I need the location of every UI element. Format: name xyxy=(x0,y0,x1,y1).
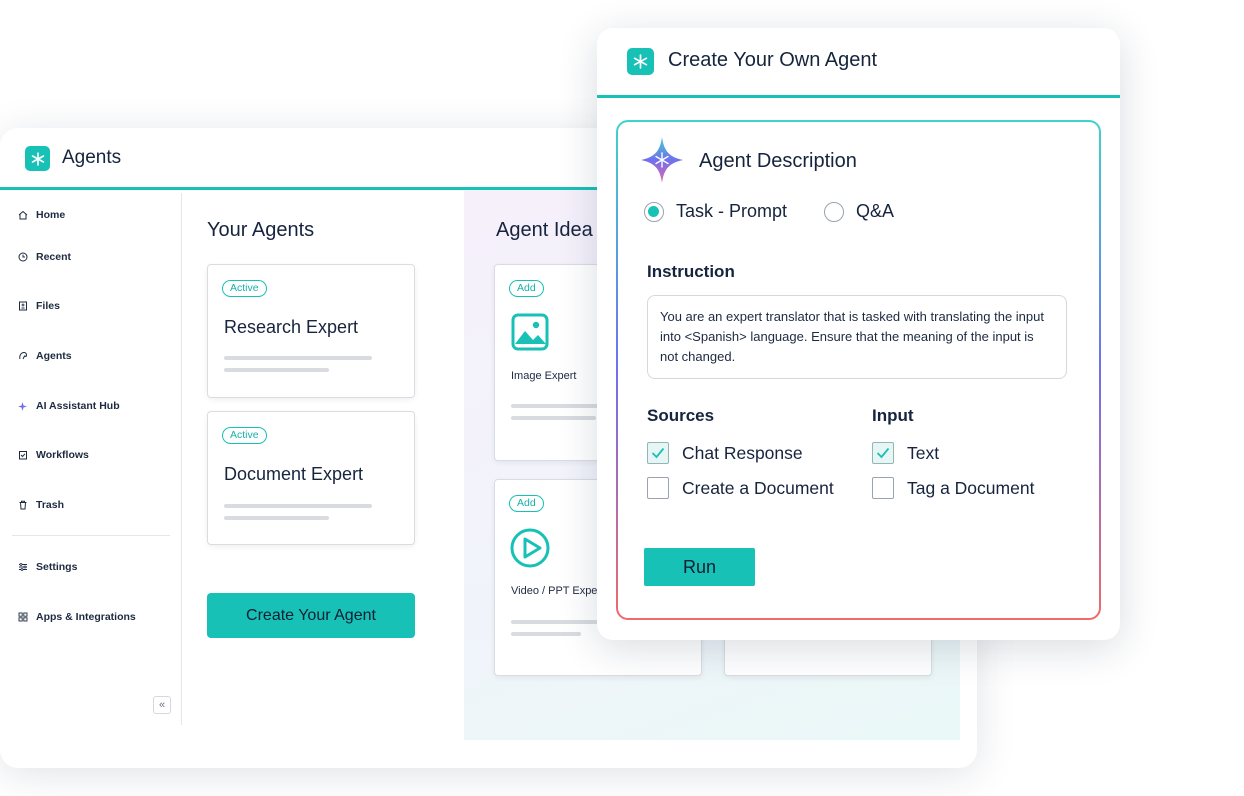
sidebar-item-label: Files xyxy=(36,300,60,312)
sparkle-icon xyxy=(18,402,27,411)
app-logo-icon xyxy=(627,48,654,75)
sidebar-item-agents[interactable]: Agents xyxy=(18,350,72,362)
status-badge: Active xyxy=(222,280,267,297)
sidebar-item-label: Home xyxy=(36,209,66,221)
add-badge[interactable]: Add xyxy=(509,280,544,297)
sidebar-item-label: AI Assistant Hub xyxy=(36,400,120,412)
agent-card-title: Document Expert xyxy=(224,464,364,484)
status-badge: Active xyxy=(222,427,267,444)
sources-label: Sources xyxy=(647,406,715,425)
sidebar-item-home[interactable]: Home xyxy=(18,209,65,221)
agent-card-document-expert[interactable]: Active Document Expert xyxy=(207,411,415,545)
mode-radio-task-prompt[interactable]: Task - Prompt xyxy=(644,201,787,222)
checkbox-empty-icon xyxy=(647,477,669,499)
run-button[interactable]: Run xyxy=(644,548,755,586)
radio-label: Task - Prompt xyxy=(676,201,788,221)
sidebar-item-apps-integrations[interactable]: Apps & Integrations xyxy=(18,611,136,623)
your-agents-heading: Your Agents xyxy=(207,219,315,241)
idea-card-title: Video / PPT Expe xyxy=(511,585,598,597)
apps-icon xyxy=(18,612,28,622)
home-icon xyxy=(18,210,28,220)
agent-card-research-expert[interactable]: Active Research Expert xyxy=(207,264,415,398)
clock-icon xyxy=(18,252,28,262)
add-badge[interactable]: Add xyxy=(509,495,544,512)
checkbox-empty-icon xyxy=(872,477,894,499)
placeholder-line xyxy=(511,632,581,636)
radio-selected-icon xyxy=(644,201,664,222)
placeholder-line xyxy=(224,516,329,520)
sliders-icon xyxy=(19,563,27,571)
instruction-label: Instruction xyxy=(647,262,735,281)
sidebar-item-label: Workflows xyxy=(36,449,89,461)
trash-icon xyxy=(19,500,27,510)
input-checkbox-text[interactable]: Text xyxy=(872,442,939,464)
window-title: Create Your Own Agent xyxy=(668,49,878,71)
sidebar-item-label: Recent xyxy=(36,251,72,263)
sidebar-item-files[interactable]: Files xyxy=(18,300,60,312)
create-your-agent-button[interactable]: Create Your Agent xyxy=(207,593,415,638)
source-checkbox-chat-response[interactable]: Chat Response xyxy=(647,442,803,464)
idea-card-title: Image Expert xyxy=(511,370,577,382)
checkbox-label: Tag a Document xyxy=(907,477,1035,498)
agent-description-heading: Agent Description xyxy=(699,150,857,172)
agent-icon xyxy=(19,351,27,360)
radio-unselected-icon xyxy=(824,201,844,222)
checkmark-icon xyxy=(647,442,669,464)
app-logo-icon xyxy=(25,146,50,171)
window-title: Agents xyxy=(62,147,122,168)
input-checkbox-tag-document[interactable]: Tag a Document xyxy=(872,477,1034,499)
sidebar-divider xyxy=(12,535,170,536)
sidebar-item-trash[interactable]: Trash xyxy=(18,499,64,511)
workflow-icon xyxy=(19,451,27,460)
placeholder-line xyxy=(224,504,372,508)
checkmark-icon xyxy=(872,442,894,464)
collapse-sidebar-button[interactable]: « xyxy=(153,696,171,714)
instruction-textarea[interactable]: You are an expert translator that is tas… xyxy=(647,295,1067,379)
checkbox-label: Create a Document xyxy=(682,477,834,498)
agent-description-panel: Agent Description Task - Prompt Q&A Inst… xyxy=(616,120,1101,620)
placeholder-line xyxy=(224,368,329,372)
placeholder-line xyxy=(224,356,372,360)
sparkle-icon xyxy=(641,137,683,183)
mode-radio-qa[interactable]: Q&A xyxy=(824,201,894,222)
sidebar-item-workflows[interactable]: Workflows xyxy=(18,449,89,461)
sidebar-item-label: Trash xyxy=(36,499,65,511)
source-checkbox-create-document[interactable]: Create a Document xyxy=(647,477,834,499)
play-icon xyxy=(510,528,550,568)
sidebar-item-label: Apps & Integrations xyxy=(36,611,136,623)
sidebar-item-label: Settings xyxy=(36,561,78,573)
sidebar-item-label: Agents xyxy=(36,350,72,362)
create-agent-header: Create Your Own Agent xyxy=(597,28,1120,98)
agent-card-title: Research Expert xyxy=(224,317,359,337)
placeholder-line xyxy=(511,416,596,420)
input-label: Input xyxy=(872,406,914,425)
sidebar-item-ai-assistant-hub[interactable]: AI Assistant Hub xyxy=(18,400,120,412)
sidebar-item-settings[interactable]: Settings xyxy=(18,561,77,573)
checkbox-label: Chat Response xyxy=(682,442,803,463)
sidebar: Home Recent Files Agents AI Assistant Hu… xyxy=(0,193,182,725)
agent-ideas-heading: Agent Idea xyxy=(496,219,593,241)
create-agent-window: Create Your Own Agent Agent Description xyxy=(597,28,1120,640)
checkbox-label: Text xyxy=(907,442,940,463)
file-icon xyxy=(19,301,27,311)
radio-label: Q&A xyxy=(856,201,895,221)
image-icon xyxy=(511,313,549,351)
sidebar-item-recent[interactable]: Recent xyxy=(18,251,71,263)
